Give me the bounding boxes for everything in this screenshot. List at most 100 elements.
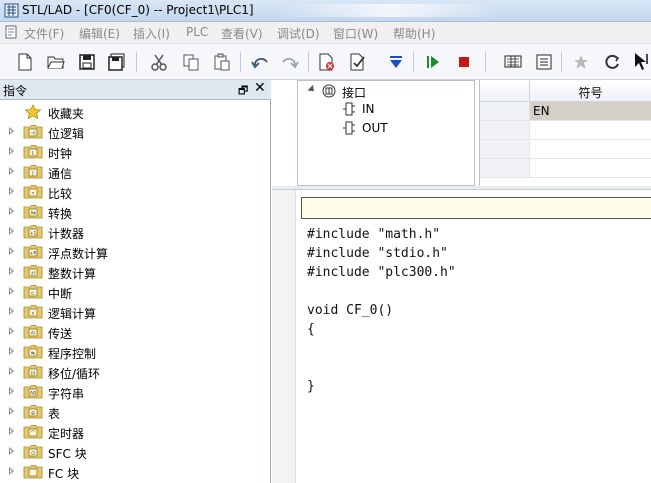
expand-arrow-icon[interactable] <box>9 247 14 255</box>
instruction-item[interactable]: A▾ 转换 <box>0 202 271 222</box>
compile-icon[interactable] <box>316 51 338 73</box>
new-file-icon[interactable] <box>14 51 36 73</box>
instruction-item-label: 比较 <box>48 187 73 201</box>
expand-arrow-icon[interactable] <box>9 207 14 215</box>
collapse-caret-icon[interactable] <box>307 84 317 95</box>
check-icon[interactable] <box>347 51 369 73</box>
expand-arrow-icon[interactable] <box>9 267 14 275</box>
expand-arrow-icon[interactable] <box>9 367 14 375</box>
code-line[interactable]: #include "plc300.h" <box>307 265 456 280</box>
row-header[interactable] <box>480 121 530 140</box>
open-folder-icon[interactable] <box>45 51 67 73</box>
code-line[interactable]: #include "stdio.h" <box>307 246 448 261</box>
undo-icon[interactable] <box>249 51 271 73</box>
stop-icon[interactable] <box>453 51 475 73</box>
row-header[interactable] <box>480 159 530 178</box>
code-line[interactable]: } <box>307 379 315 394</box>
instruction-item[interactable]: ∧ 逻辑计算 <box>0 302 271 322</box>
expand-arrow-icon[interactable] <box>9 287 14 295</box>
save-icon[interactable] <box>76 51 98 73</box>
monitor-icon[interactable] <box>502 51 524 73</box>
code-editor[interactable]: #include "math.h" #include "stdio.h" #incl… <box>272 190 651 483</box>
expand-arrow-icon[interactable] <box>9 447 14 455</box>
row-header-corner <box>480 80 530 102</box>
instruction-item[interactable]: ±I 整数计算 <box>0 262 271 282</box>
instruction-item[interactable]: +R 浮点数计算 <box>0 242 271 262</box>
instruction-item[interactable]: ⊣| 位逻辑 <box>0 122 271 142</box>
instruction-item[interactable]: ⊏ 中断 <box>0 282 271 302</box>
table-icon[interactable] <box>533 51 555 73</box>
menu-bar: 文件(F) 编辑(E) 插入(I) PLC 查看(V) 调试(D) 窗口(W) … <box>0 22 651 44</box>
close-icon[interactable]: ✕ <box>254 80 266 96</box>
instruction-item[interactable]: +1 计数器 <box>0 222 271 242</box>
expand-arrow-icon[interactable] <box>9 347 14 355</box>
instruction-item[interactable]: FC 块 <box>0 462 271 482</box>
svg-text:↹: ↹ <box>31 351 35 357</box>
instruction-item[interactable]: A/传送 <box>0 322 271 342</box>
instruction-item[interactable]: L 时钟 <box>0 142 271 162</box>
expand-arrow-icon[interactable] <box>9 227 14 235</box>
row-header[interactable] <box>480 102 530 121</box>
menu-window[interactable]: 窗口(W) <box>333 25 378 42</box>
refresh-icon[interactable] <box>601 51 623 73</box>
menu-file[interactable]: 文件(F) <box>24 25 64 42</box>
cut-icon[interactable] <box>148 51 170 73</box>
folder-icon: A▾ <box>23 205 43 219</box>
svg-text:+1: +1 <box>30 231 37 237</box>
instruction-item[interactable]: ⊡ SFC 块 <box>0 442 271 462</box>
pointer-icon[interactable] <box>630 51 651 73</box>
expand-arrow-icon[interactable] <box>9 467 14 475</box>
document-icon[interactable] <box>4 25 18 39</box>
symbol-cell[interactable] <box>530 159 651 178</box>
folder-icon: ±I <box>23 265 43 279</box>
interface-out[interactable]: OUT <box>298 120 468 138</box>
svg-text:|||: ||| <box>31 371 36 377</box>
expand-arrow-icon[interactable] <box>9 307 14 315</box>
symbol-cell[interactable] <box>530 140 651 159</box>
expand-arrow-icon[interactable] <box>9 427 14 435</box>
instruction-item[interactable]: ⊞ 表 <box>0 402 271 422</box>
toolbar-separator <box>240 52 241 72</box>
paste-icon[interactable] <box>211 51 233 73</box>
instruction-item[interactable]: AB 字符串 <box>0 382 271 402</box>
instruction-item[interactable]: < 比较 <box>0 182 271 202</box>
menu-debug[interactable]: 调试(D) <box>277 25 320 42</box>
folder-icon: +R <box>23 245 43 259</box>
instruction-item[interactable]: ||| 移位/循环 <box>0 362 271 382</box>
menu-insert[interactable]: 插入(I) <box>133 25 170 42</box>
symbol-column-header[interactable]: 符号 <box>530 80 651 102</box>
instruction-item[interactable]: ↹ 程序控制 <box>0 342 271 362</box>
code-line[interactable]: { <box>307 322 315 337</box>
expand-arrow-icon[interactable] <box>9 127 14 135</box>
instruction-item[interactable]: ⌒ 定时器 <box>0 422 271 442</box>
expand-arrow-icon[interactable] <box>9 187 14 195</box>
interface-root[interactable]: 接口 <box>298 83 468 101</box>
code-line[interactable]: void CF_0() <box>307 303 393 318</box>
menu-view[interactable]: 查看(V) <box>221 25 263 42</box>
expand-arrow-icon[interactable] <box>9 147 14 155</box>
menu-help[interactable]: 帮助(H) <box>393 25 435 42</box>
row-header[interactable] <box>480 140 530 159</box>
network-comment-bar[interactable] <box>301 197 651 219</box>
pin-icon[interactable]: 🗗 <box>238 82 248 101</box>
interface-in[interactable]: IN <box>298 101 468 119</box>
run-icon[interactable] <box>422 51 444 73</box>
menu-edit[interactable]: 编辑(E) <box>79 25 120 42</box>
save-all-icon[interactable] <box>106 51 128 73</box>
copy-icon[interactable] <box>180 51 202 73</box>
expand-arrow-icon[interactable] <box>9 327 14 335</box>
instruction-item[interactable]: 收藏夹 <box>0 102 271 122</box>
instruction-item-label: 计数器 <box>48 227 85 241</box>
symbol-cell[interactable] <box>530 121 651 140</box>
instruction-item[interactable]: ʃ 通信 <box>0 162 271 182</box>
code-line[interactable]: #include "math.h" <box>307 227 440 242</box>
redo-icon[interactable] <box>279 51 301 73</box>
expand-arrow-icon[interactable] <box>9 387 14 395</box>
favorite-icon[interactable] <box>570 51 592 73</box>
expand-arrow-icon[interactable] <box>9 407 14 415</box>
expand-arrow-icon[interactable] <box>9 167 14 175</box>
svg-text:⊣|: ⊣| <box>30 131 35 137</box>
download-icon[interactable] <box>385 51 407 73</box>
symbol-cell[interactable]: EN <box>530 102 651 121</box>
menu-plc[interactable]: PLC <box>186 25 208 39</box>
